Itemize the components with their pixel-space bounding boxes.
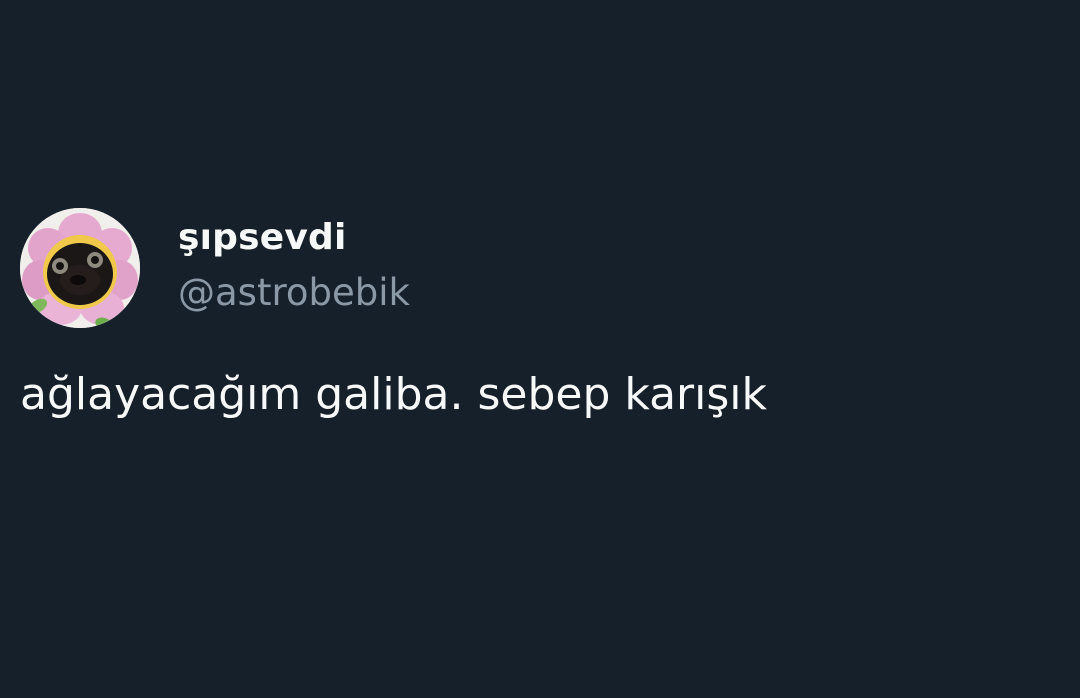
- tweet-text: ağlayacağım galiba. sebep karışık: [20, 369, 767, 420]
- author-handle[interactable]: @astrobebik: [178, 268, 410, 318]
- avatar-pug-in-flower-costume-icon: [20, 208, 140, 328]
- author-display-name[interactable]: şıpsevdi: [178, 214, 347, 262]
- avatar[interactable]: [20, 208, 140, 328]
- tweet-card: şıpsevdi @astrobebik ağlayacağım galiba.…: [0, 0, 1080, 698]
